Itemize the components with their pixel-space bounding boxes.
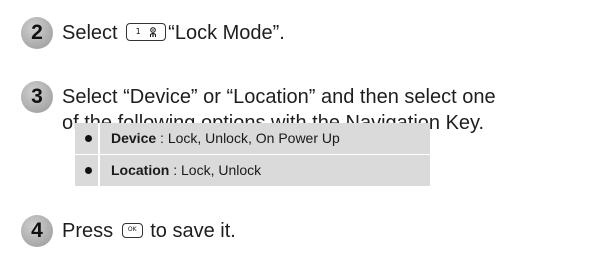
key-1-label: 1 <box>135 27 141 37</box>
ok-key-button-graphic: OK <box>121 222 143 238</box>
option-desc: : Lock, Unlock <box>169 162 262 178</box>
options-list: Device : Lock, Unlock, On Power Up Locat… <box>75 123 430 186</box>
step-2-text-after: “Lock Mode”. <box>168 22 285 44</box>
option-term: Location <box>111 162 170 178</box>
list-item: Location : Lock, Unlock <box>75 155 430 186</box>
bullet-icon <box>85 167 92 174</box>
voicemail-icon <box>149 26 156 37</box>
divider <box>98 123 100 154</box>
step-number-badge: 3 <box>21 81 53 113</box>
step-3-line-1: Select “Device” or “Location” and then s… <box>62 86 496 108</box>
divider <box>98 155 100 186</box>
step-2-text: Select 1 “Lock Mode”. <box>62 20 285 46</box>
step-number-badge: 2 <box>21 17 53 49</box>
option-text: Device : Lock, Unlock, On Power Up <box>111 130 340 146</box>
step-4-text: Press OK to save it. <box>62 218 236 244</box>
bullet-icon <box>85 135 92 142</box>
option-term: Device <box>111 130 157 146</box>
step-2-text-before: Select <box>62 22 124 44</box>
option-desc: : Lock, Unlock, On Power Up <box>156 130 340 146</box>
key-1-button-graphic: 1 <box>126 23 167 42</box>
list-item: Device : Lock, Unlock, On Power Up <box>75 123 430 154</box>
step-number-badge: 4 <box>21 215 53 247</box>
step-4-text-before: Press <box>62 220 119 242</box>
ok-key-label: OK <box>127 226 137 234</box>
option-text: Location : Lock, Unlock <box>111 162 261 178</box>
step-4-text-after: to save it. <box>144 220 236 242</box>
